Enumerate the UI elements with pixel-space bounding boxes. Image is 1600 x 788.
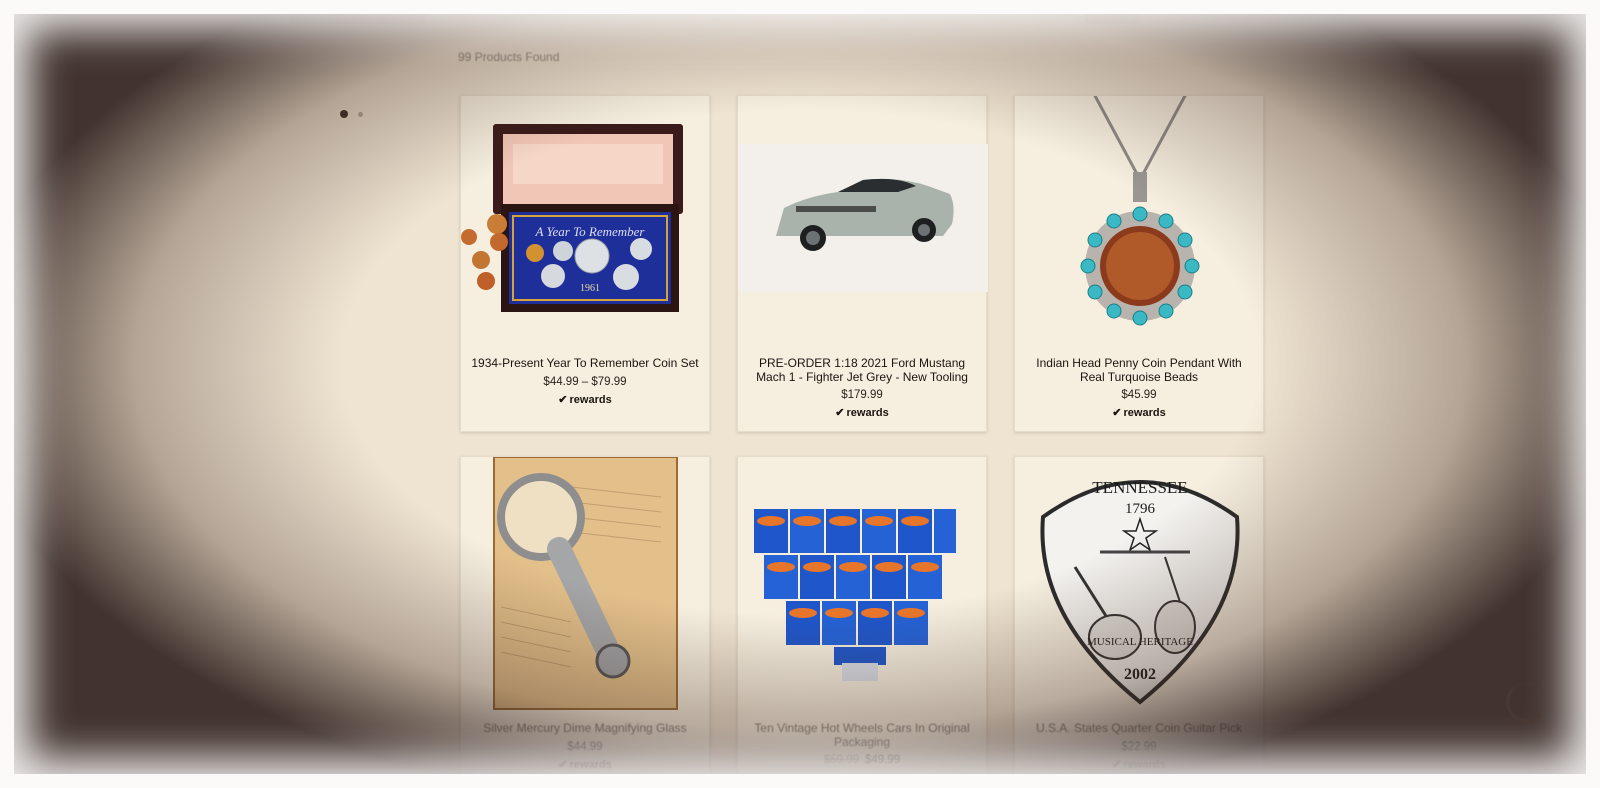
product-title[interactable]: 1934-Present Year To Remember Coin Set: [471, 356, 699, 370]
product-card[interactable]: TENNESSEE 1796 MUSICAL HERITAGE 2002 U.S…: [1014, 456, 1264, 788]
product-title[interactable]: Silver Mercury Dime Magnifying Glass: [471, 721, 699, 735]
coin-set-banner-text: A Year To Remember: [535, 224, 646, 239]
product-card[interactable]: Indian Head Penny Coin Pendant With Real…: [1014, 95, 1264, 432]
loading-spinner-icon: [1506, 682, 1546, 722]
pick-year-top-text: 1796: [1125, 501, 1156, 517]
product-price-current: $44.99: [567, 741, 603, 753]
product-price: $44.99 – $79.99: [461, 376, 709, 388]
product-card[interactable]: PRE-ORDER 1:18 2021 Ford Mustang Mach 1 …: [737, 95, 988, 432]
product-price: $179.99: [738, 389, 986, 401]
check-circle-icon: ✔: [835, 407, 845, 419]
check-circle-icon: ✔: [1112, 407, 1122, 419]
product-title[interactable]: Ten Vintage Hot Wheels Cars In Original …: [748, 721, 976, 749]
product-price-current: $49.99: [865, 754, 901, 766]
product-price: $59.99 $49.99: [738, 754, 986, 766]
rewards-badge: ✔ rewards: [461, 758, 709, 771]
rewards-label: rewards: [1123, 407, 1166, 419]
pick-motto-text: MUSICAL HERITAGE: [1087, 636, 1193, 648]
results-count: 99 Products Found: [458, 50, 560, 64]
carousel-dot-active[interactable]: [340, 110, 348, 118]
product-price: $22.99: [1015, 741, 1263, 753]
product-card[interactable]: Silver Mercury Dime Magnifying Glass $44…: [460, 456, 710, 788]
product-title[interactable]: Indian Head Penny Coin Pendant With Real…: [1025, 356, 1253, 384]
product-card[interactable]: A Year To Remember 1961 1934-Present Yea…: [460, 95, 710, 432]
product-title[interactable]: PRE-ORDER 1:18 2021 Ford Mustang Mach 1 …: [748, 356, 976, 384]
check-circle-icon: ✔: [558, 759, 568, 771]
product-image-penny-pendant[interactable]: [1015, 96, 1265, 336]
rewards-label: rewards: [569, 759, 612, 771]
header-placeholder-left: [290, 10, 425, 24]
product-price-original: $59.99: [823, 754, 859, 766]
rewards-label: rewards: [846, 407, 889, 419]
product-image-mustang[interactable]: [738, 96, 988, 336]
check-circle-icon: ✔: [558, 394, 568, 406]
rewards-badge: ✔ rewards: [1015, 406, 1263, 419]
rewards-label: rewards: [569, 394, 612, 406]
product-price-current: $22.99: [1121, 741, 1157, 753]
carousel-dots: [340, 110, 363, 118]
product-price: $44.99: [461, 741, 709, 753]
rewards-badge: ✔ rewards: [461, 393, 709, 406]
catalog-page: 99 Products Found A Year To Remember 196…: [0, 0, 1600, 788]
product-card[interactable]: Ten Vintage Hot Wheels Cars In Original …: [737, 456, 987, 788]
carousel-dot[interactable]: [358, 111, 363, 117]
product-image-hot-wheels[interactable]: [738, 457, 988, 712]
product-image-coin-set[interactable]: A Year To Remember 1961: [461, 96, 711, 336]
product-price-current: $44.99 – $79.99: [543, 376, 627, 388]
rewards-label: rewards: [1123, 759, 1166, 771]
check-circle-icon: ✔: [1112, 759, 1122, 771]
product-price: $45.99: [1015, 389, 1263, 401]
rewards-badge: ✔ rewards: [1015, 758, 1263, 771]
product-title[interactable]: U.S.A. States Quarter Coin Guitar Pick: [1025, 721, 1253, 735]
pick-year-bottom-text: 2002: [1124, 666, 1156, 683]
header-placeholder-right: [1085, 10, 1140, 24]
product-image-guitar-pick[interactable]: TENNESSEE 1796 MUSICAL HERITAGE 2002: [1015, 457, 1265, 712]
product-price-current: $179.99: [841, 389, 883, 401]
product-image-magnifier[interactable]: [461, 457, 711, 712]
coin-set-year-text: 1961: [580, 283, 600, 294]
product-price-current: $45.99: [1121, 389, 1157, 401]
pick-state-text: TENNESSEE: [1092, 478, 1187, 497]
rewards-badge: ✔ rewards: [738, 406, 986, 419]
